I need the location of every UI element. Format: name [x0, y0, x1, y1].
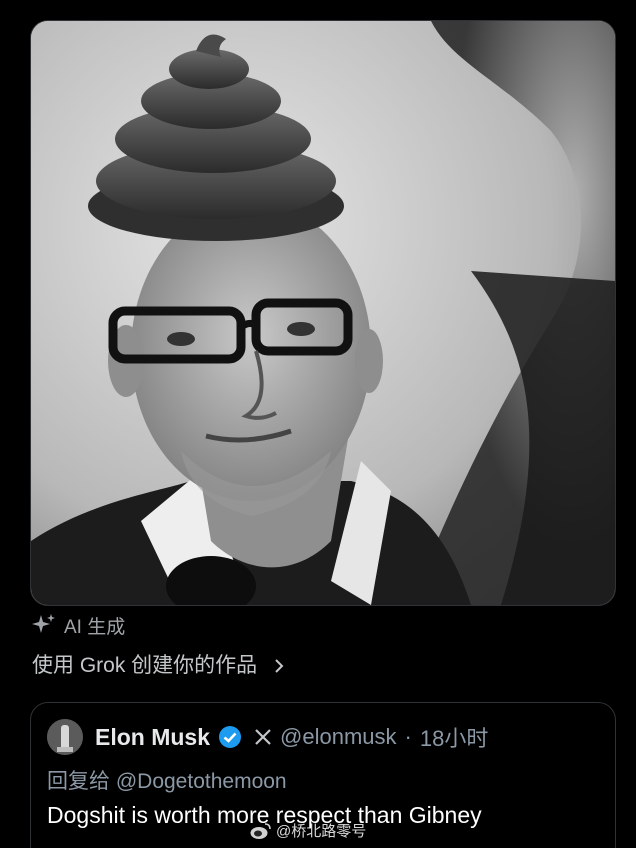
- sparkle-icon: [32, 613, 56, 637]
- post-detail: AI 生成 使用 Grok 创建你的作品 Elon Musk @elonmusk…: [0, 0, 636, 848]
- post-time[interactable]: 18小时: [420, 721, 488, 753]
- watermark: @桥北路零号: [250, 820, 366, 841]
- reply-mention[interactable]: @Dogetothemoon: [116, 770, 287, 793]
- post-image[interactable]: [30, 20, 616, 606]
- author-handle[interactable]: @elonmusk: [280, 724, 397, 750]
- avatar[interactable]: [47, 719, 83, 755]
- verified-icon: [218, 725, 242, 749]
- x-icon: [254, 728, 272, 746]
- ai-generated-label: AI 生成: [32, 612, 125, 638]
- separator-dot: ·: [404, 724, 412, 749]
- chevron-right-icon: [271, 656, 287, 673]
- grok-create-link[interactable]: 使用 Grok 创建你的作品: [32, 648, 287, 680]
- watermark-text: @桥北路零号: [276, 823, 367, 840]
- post-image-graphic: [31, 21, 615, 605]
- weibo-logo-icon: [250, 822, 272, 840]
- quoted-post-header: Elon Musk @elonmusk · 18小时: [47, 719, 488, 755]
- reply-prefix: 回复给: [47, 770, 110, 793]
- reply-context: 回复给 @Dogetothemoon: [47, 765, 287, 795]
- author-name[interactable]: Elon Musk: [95, 724, 210, 751]
- grok-create-text: 使用 Grok 创建你的作品: [32, 654, 258, 677]
- ai-generated-text: AI 生成: [64, 616, 126, 638]
